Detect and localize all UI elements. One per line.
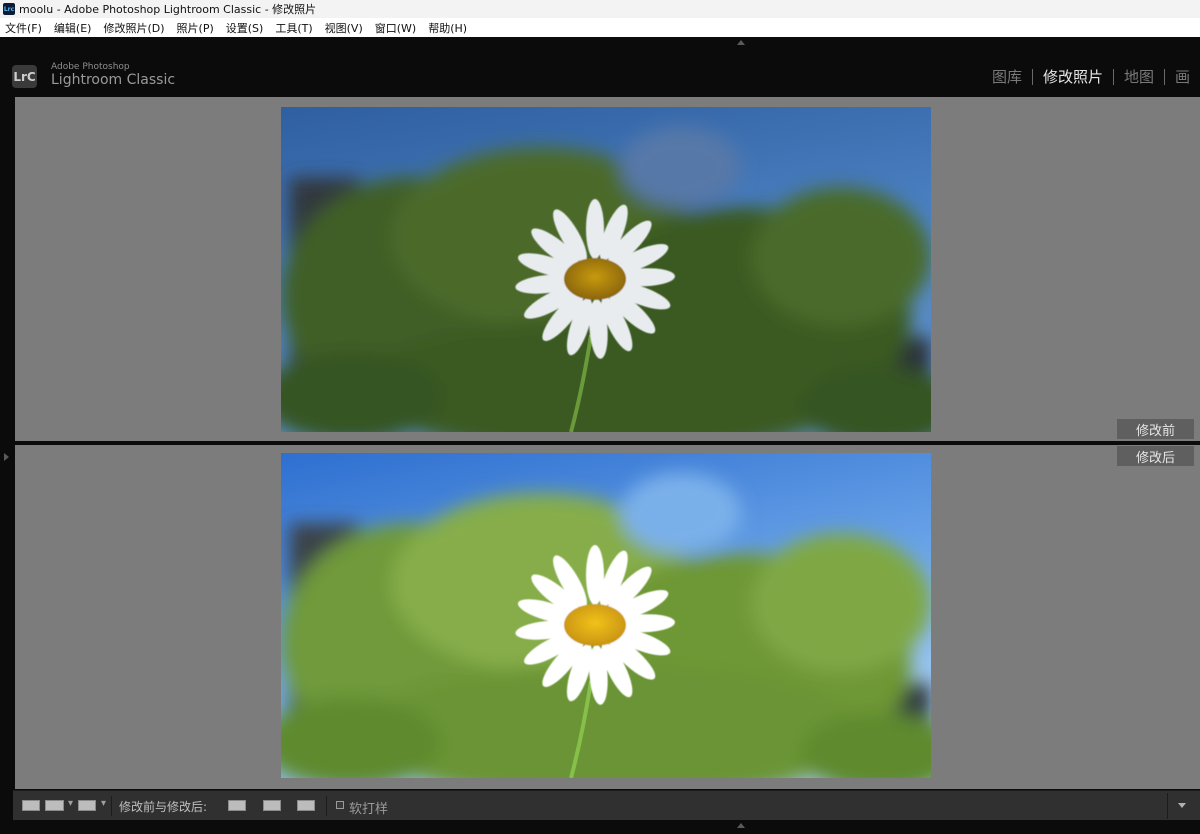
before-label: 修改前: [1117, 419, 1194, 439]
copy-after-to-before-icon[interactable]: [263, 800, 281, 811]
after-label: 修改后: [1117, 446, 1194, 466]
menu-window[interactable]: 窗口(W): [375, 20, 416, 36]
menu-edit[interactable]: 编辑(E): [54, 20, 92, 36]
menu-develop[interactable]: 修改照片(D): [103, 20, 164, 36]
copy-before-to-after-icon[interactable]: [228, 800, 246, 811]
title-bar: Lrc moolu - Adobe Photoshop Lightroom Cl…: [0, 0, 1200, 18]
module-library[interactable]: 图库: [982, 66, 1032, 87]
before-photo[interactable]: [281, 107, 931, 432]
after-pane[interactable]: 修改后: [15, 445, 1200, 789]
top-panel-toggle-icon[interactable]: [737, 40, 745, 45]
identity-plate: LrC Adobe Photoshop Lightroom Classic 图库…: [0, 48, 1200, 94]
mode-dropdown-icon[interactable]: ▾: [101, 798, 106, 809]
toolbar-divider: [1167, 793, 1168, 819]
window-title: moolu - Adobe Photoshop Lightroom Classi…: [19, 3, 317, 16]
toolbar-divider: [326, 796, 327, 816]
menu-settings[interactable]: 设置(S): [226, 20, 264, 36]
menu-photo[interactable]: 照片(P): [177, 20, 214, 36]
softproof-checkbox[interactable]: [336, 801, 344, 809]
before-after-mode-icon[interactable]: [78, 800, 96, 811]
module-picker: 图库 修改照片 地图 画: [982, 66, 1200, 87]
before-pane[interactable]: 修改前: [15, 97, 1200, 441]
swap-before-after-icon[interactable]: [297, 800, 315, 811]
view-dropdown-icon[interactable]: ▾: [68, 798, 73, 809]
work-area: 修改前 修改后: [13, 95, 1200, 790]
menu-help[interactable]: 帮助(H): [428, 20, 467, 36]
left-panel-toggle-icon[interactable]: [4, 453, 9, 461]
develop-toolbar: ▾ ▾ 修改前与修改后: 软打样: [13, 790, 1200, 820]
app-icon: Lrc: [3, 3, 15, 15]
menu-view[interactable]: 视图(V): [325, 20, 363, 36]
daisy-photo-after: [281, 453, 931, 778]
before-after-view-icon[interactable]: [45, 800, 64, 811]
toolbar-divider: [111, 796, 112, 816]
softproof-label[interactable]: 软打样: [349, 798, 388, 817]
brand-lightroom-classic: Lightroom Classic: [51, 72, 176, 88]
brand-adobe-photoshop: Adobe Photoshop: [51, 62, 130, 72]
loupe-view-icon[interactable]: [22, 800, 40, 811]
menu-file[interactable]: 文件(F): [5, 20, 42, 36]
module-map[interactable]: 地图: [1114, 66, 1164, 87]
toolbar-content-chevron-down-icon[interactable]: [1178, 803, 1186, 808]
lrc-logo: LrC: [12, 65, 37, 88]
bottom-panel-toggle-icon[interactable]: [737, 823, 745, 828]
daisy-photo-before: [281, 107, 931, 432]
after-photo[interactable]: [281, 453, 931, 778]
menu-tools[interactable]: 工具(T): [275, 20, 312, 36]
module-book[interactable]: 画: [1165, 66, 1200, 87]
module-develop[interactable]: 修改照片: [1033, 66, 1113, 87]
menu-bar: 文件(F) 编辑(E) 修改照片(D) 照片(P) 设置(S) 工具(T) 视图…: [0, 18, 1200, 37]
before-after-label: 修改前与修改后:: [119, 800, 208, 814]
